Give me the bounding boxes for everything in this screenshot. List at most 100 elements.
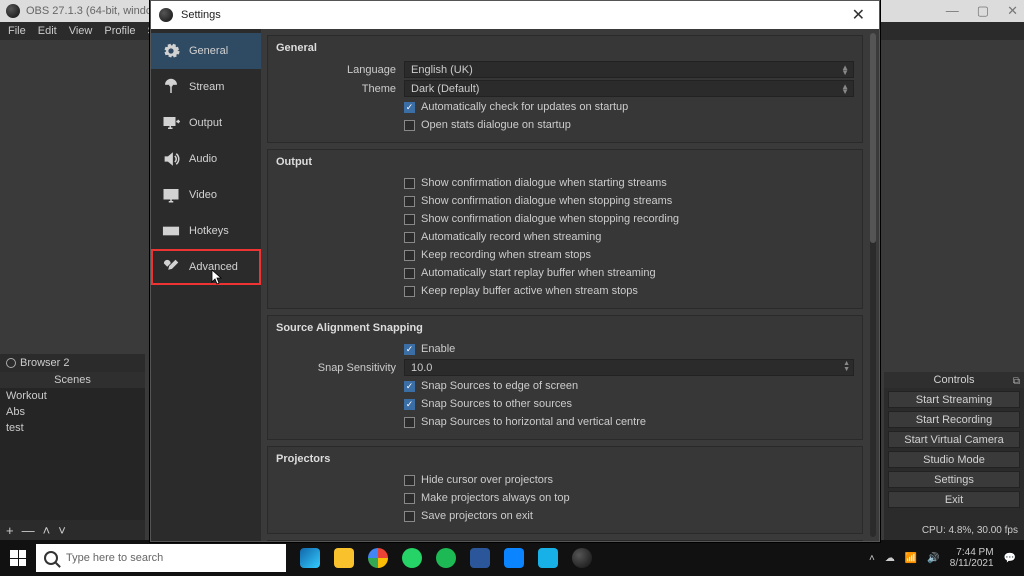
taskbar-app-icon[interactable] [498,544,530,572]
section-system-tray: System Tray Enable [267,540,863,541]
snap-centre-checkbox[interactable]: Snap Sources to horizontal and vertical … [404,416,854,428]
sidebar-item-label: Audio [189,153,217,165]
start-recording-button[interactable]: Start Recording [888,411,1020,428]
scenes-header: Scenes [0,372,145,388]
exit-button[interactable]: Exit [888,491,1020,508]
confirm-stop-stream-checkbox[interactable]: Show confirmation dialogue when stopping… [404,195,854,207]
settings-content: General Language English (UK)▲▼ Theme Da… [261,29,879,541]
tray-chevron-icon[interactable]: ˄ [869,553,875,564]
minimize-icon[interactable]: — [946,3,959,19]
section-projectors: Projectors Hide cursor over projectors M… [267,446,863,534]
speaker-icon [161,151,181,167]
taskbar-app-icon[interactable] [396,544,428,572]
section-general: General Language English (UK)▲▼ Theme Da… [267,35,863,143]
sidebar-item-advanced[interactable]: Advanced [151,249,261,285]
snap-edge-checkbox[interactable]: Snap Sources to edge of screen [404,380,854,392]
scene-up-icon[interactable]: ˄ [43,523,51,538]
taskbar-app-icon[interactable] [430,544,462,572]
sidebar-item-hotkeys[interactable]: Hotkeys [151,213,261,249]
keyboard-icon [161,223,181,239]
windows-logo-icon [10,550,26,566]
menu-profile[interactable]: Profile [104,25,135,37]
taskbar-app-icon[interactable] [362,544,394,572]
globe-icon [6,358,16,368]
settings-button[interactable]: Settings [888,471,1020,488]
sidebar-item-stream[interactable]: Stream [151,69,261,105]
scene-item[interactable]: Workout [0,388,145,404]
confirm-start-stream-checkbox[interactable]: Show confirmation dialogue when starting… [404,177,854,189]
window-controls: — ▢ ✕ [946,3,1018,19]
tools-icon [161,259,181,275]
gear-icon [161,43,181,59]
taskbar-app-icon[interactable] [328,544,360,572]
tray-time: 7:44 PM [950,547,994,558]
close-icon[interactable]: ✕ [1007,3,1018,19]
browser-dock-header[interactable]: Browser 2 [0,354,145,372]
scene-down-icon[interactable]: ˅ [58,523,66,538]
spinner-icon[interactable]: ▲▼ [843,361,850,373]
tray-volume-icon[interactable]: 🔊 [927,553,939,564]
maximize-icon[interactable]: ▢ [977,3,989,19]
sidebar-item-output[interactable]: Output [151,105,261,141]
taskbar-app-icon[interactable] [532,544,564,572]
monitor-out-icon [161,115,181,131]
menu-view[interactable]: View [69,25,93,37]
obs-small-icon [159,8,173,22]
sidebar-item-label: Video [189,189,217,201]
tray-wifi-icon[interactable]: 📶 [905,553,917,564]
scene-item[interactable]: test [0,420,145,436]
sidebar-item-general[interactable]: General [151,33,261,69]
popout-icon[interactable]: ⧉ [1013,374,1020,390]
snap-sources-checkbox[interactable]: Snap Sources to other sources [404,398,854,410]
remove-scene-icon[interactable]: — [22,523,35,538]
language-select[interactable]: English (UK)▲▼ [404,61,854,78]
section-snapping: Source Alignment Snapping Enable Snap Se… [267,315,863,440]
sidebar-item-label: Hotkeys [189,225,229,237]
spinner-icon: ▲▼ [841,65,849,75]
taskbar-search[interactable]: Type here to search [36,544,286,572]
browser-label: Browser 2 [20,357,70,369]
snap-sensitivity-input[interactable]: 10.0▲▼ [404,359,854,376]
sidebar-item-video[interactable]: Video [151,177,261,213]
auto-record-checkbox[interactable]: Automatically record when streaming [404,231,854,243]
language-label: Language [276,64,404,76]
start-streaming-button[interactable]: Start Streaming [888,391,1020,408]
projectors-always-top-checkbox[interactable]: Make projectors always on top [404,492,854,504]
open-stats-checkbox[interactable]: Open stats dialogue on startup [404,119,854,131]
section-title: Output [268,154,862,174]
tray-clock[interactable]: 7:44 PM 8/11/2021 [950,547,994,569]
theme-label: Theme [276,83,404,95]
settings-title: Settings [181,9,221,21]
auto-replay-buffer-checkbox[interactable]: Automatically start replay buffer when s… [404,267,854,279]
menu-file[interactable]: File [8,25,26,37]
keep-replay-buffer-checkbox[interactable]: Keep replay buffer active when stream st… [404,285,854,297]
obs-logo-icon [6,4,20,18]
tray-date: 8/11/2021 [950,558,994,569]
tray-cloud-icon[interactable]: ☁ [885,553,895,564]
section-title: Projectors [268,451,862,471]
scene-item[interactable]: Abs [0,404,145,420]
taskbar-app-icon[interactable] [566,544,598,572]
menu-edit[interactable]: Edit [38,25,57,37]
start-virtual-camera-button[interactable]: Start Virtual Camera [888,431,1020,448]
add-scene-icon[interactable]: + [6,523,14,538]
notifications-icon[interactable]: 💬 [1004,553,1016,564]
auto-update-checkbox[interactable]: Automatically check for updates on start… [404,101,854,113]
scrollbar-thumb[interactable] [870,33,876,243]
close-icon[interactable]: ✕ [846,5,871,25]
studio-mode-button[interactable]: Studio Mode [888,451,1020,468]
windows-taskbar: Type here to search ˄ ☁ 📶 🔊 7:44 PM 8/11… [0,540,1024,576]
start-button[interactable] [0,540,36,576]
save-projectors-checkbox[interactable]: Save projectors on exit [404,510,854,522]
sidebar-item-audio[interactable]: Audio [151,141,261,177]
hide-cursor-projectors-checkbox[interactable]: Hide cursor over projectors [404,474,854,486]
snap-sensitivity-label: Snap Sensitivity [276,362,404,374]
theme-select[interactable]: Dark (Default)▲▼ [404,80,854,97]
snapping-enable-checkbox[interactable]: Enable [404,343,854,355]
scenes-list: Workout Abs test [0,388,145,520]
taskbar-app-icon[interactable] [294,544,326,572]
keep-recording-checkbox[interactable]: Keep recording when stream stops [404,249,854,261]
taskbar-app-icon[interactable] [464,544,496,572]
status-text: CPU: 4.8%, 30.00 fps [922,525,1018,536]
confirm-stop-recording-checkbox[interactable]: Show confirmation dialogue when stopping… [404,213,854,225]
